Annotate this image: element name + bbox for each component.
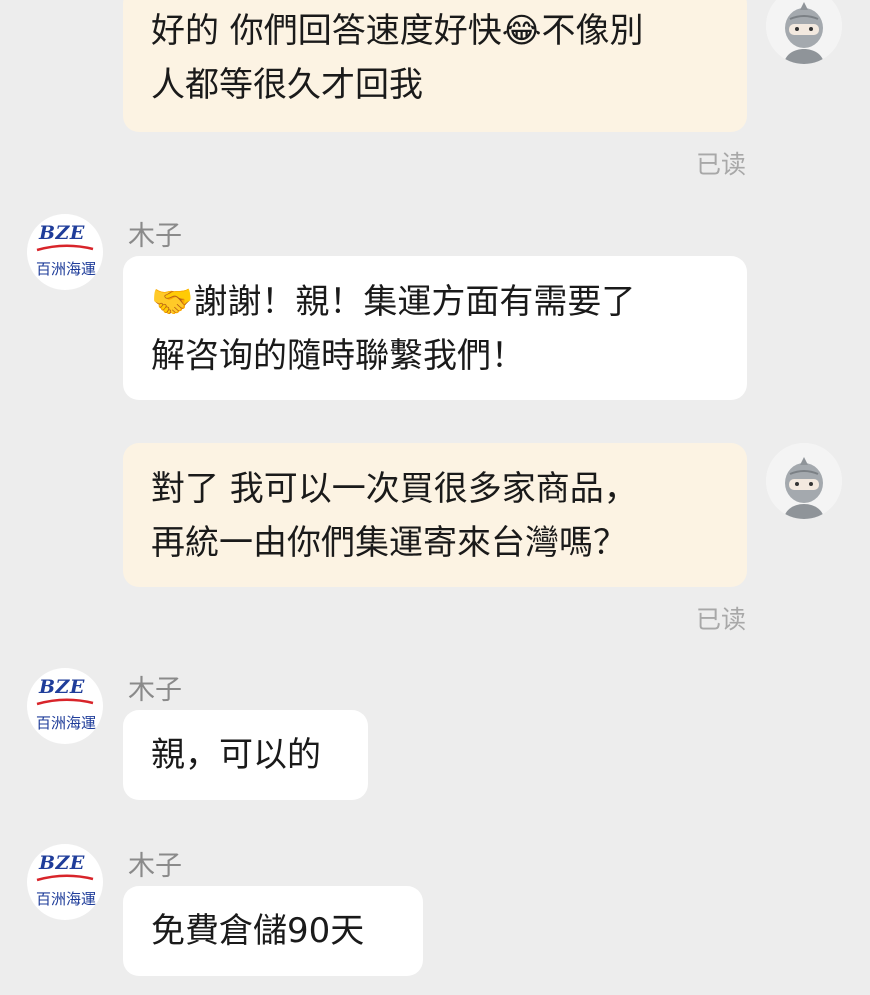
incoming-message-bubble[interactable]: 🤝謝謝！親！集運方面有需要了 解咨询的隨時聯繫我們！ bbox=[123, 256, 747, 400]
incoming-message-bubble[interactable]: 免費倉儲90天 bbox=[123, 886, 423, 976]
ninja-avatar-icon bbox=[766, 443, 842, 519]
read-receipt: 已读 bbox=[695, 605, 746, 634]
sender-name: 木子 bbox=[128, 221, 182, 252]
sender-name: 木子 bbox=[128, 675, 182, 706]
chat-conversation: 好的 你們回答速度好快😂不像別 人都等很久才回我 已读 BZE 百洲海運 木子 … bbox=[0, 0, 870, 995]
outgoing-message-bubble[interactable]: 好的 你們回答速度好快😂不像別 人都等很久才回我 bbox=[123, 0, 747, 132]
bze-logo: BZE 百洲海運 bbox=[35, 676, 96, 732]
user-avatar[interactable] bbox=[766, 0, 842, 64]
bze-logo: BZE 百洲海運 bbox=[35, 852, 96, 908]
shop-avatar[interactable]: BZE 百洲海運 bbox=[27, 668, 103, 744]
incoming-message-bubble[interactable]: 親，可以的 bbox=[123, 710, 368, 800]
ninja-avatar-icon bbox=[766, 0, 842, 64]
shop-avatar[interactable]: BZE 百洲海運 bbox=[27, 214, 103, 290]
bze-logo: BZE 百洲海運 bbox=[35, 222, 96, 278]
shop-avatar[interactable]: BZE 百洲海運 bbox=[27, 844, 103, 920]
sender-name: 木子 bbox=[128, 851, 182, 882]
outgoing-message-bubble[interactable]: 對了 我可以一次買很多家商品， 再統一由你們集運寄來台灣嗎？ bbox=[123, 443, 747, 587]
read-receipt: 已读 bbox=[695, 150, 746, 179]
user-avatar[interactable] bbox=[766, 443, 842, 519]
